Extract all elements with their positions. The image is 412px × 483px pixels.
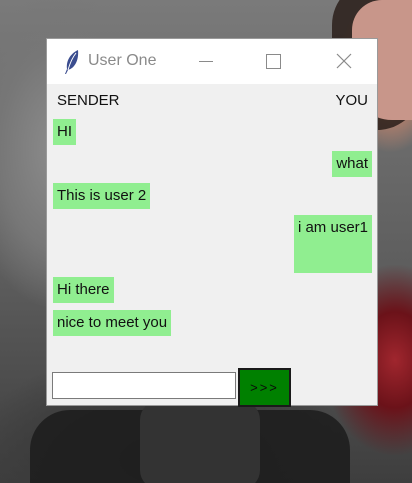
window-title: User One — [88, 52, 157, 69]
message-sender-2: This is user 2 — [53, 183, 151, 209]
title-bar[interactable]: User One — [47, 39, 377, 84]
chat-window: User One SENDER YOU HI what This is user… — [46, 38, 378, 407]
close-icon — [336, 53, 352, 69]
you-heading: YOU — [335, 92, 368, 109]
feather-icon — [65, 50, 79, 74]
message-sender-1: HI — [53, 119, 76, 145]
sender-heading: SENDER — [57, 92, 120, 109]
wallpaper-leg — [140, 400, 260, 483]
maximize-icon — [266, 54, 281, 69]
minimize-icon — [199, 61, 213, 62]
message-you-1: what — [332, 151, 372, 177]
maximize-button[interactable] — [251, 39, 297, 84]
message-sender-4: nice to meet you — [53, 310, 172, 336]
send-button[interactable]: >>> — [238, 368, 291, 407]
close-button[interactable] — [321, 39, 367, 84]
message-you-2: i am user1 — [293, 215, 372, 273]
minimize-button[interactable] — [183, 39, 229, 84]
message-input[interactable] — [52, 372, 236, 399]
message-sender-3: Hi there — [53, 277, 114, 303]
